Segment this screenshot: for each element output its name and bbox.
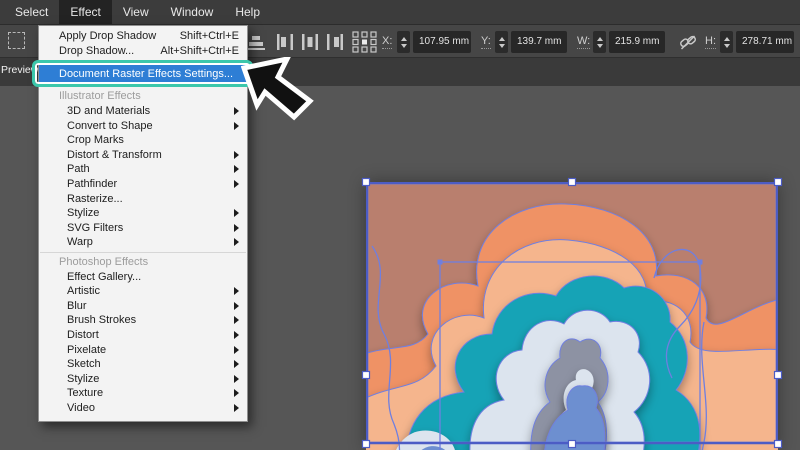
distribute-center-icon[interactable] bbox=[301, 32, 319, 52]
menu-item-rasterize[interactable]: Rasterize... bbox=[39, 191, 247, 206]
menu-item-pixelate[interactable]: Pixelate bbox=[39, 342, 247, 357]
menubar-item-window[interactable]: Window bbox=[160, 0, 225, 24]
submenu-arrow-icon bbox=[234, 345, 239, 354]
x-field-label: X: bbox=[382, 35, 393, 49]
selection-handle[interactable] bbox=[361, 177, 371, 187]
w-stepper[interactable] bbox=[593, 31, 606, 53]
submenu-arrow-icon bbox=[234, 180, 239, 189]
effect-menu: Apply Drop Shadow Shift+Ctrl+E Drop Shadow… bbox=[32, 25, 253, 423]
callout-arrow-cursor bbox=[241, 57, 314, 121]
menu-shortcut: Alt+Shift+Ctrl+E bbox=[160, 44, 239, 57]
menu-item-effect-gallery[interactable]: Effect Gallery... bbox=[39, 269, 247, 284]
selection-handle[interactable] bbox=[361, 370, 371, 380]
papercut-artwork bbox=[361, 177, 783, 450]
menu-item-brush-strokes[interactable]: Brush Strokes bbox=[39, 313, 247, 328]
y-input[interactable]: 139.7 mm bbox=[511, 31, 567, 53]
menubar-item-help[interactable]: Help bbox=[224, 0, 271, 24]
menu-item-stylize[interactable]: Stylize bbox=[39, 206, 247, 221]
menu-section-header: Illustrator Effects bbox=[59, 90, 141, 103]
submenu-arrow-icon bbox=[234, 403, 239, 412]
w-field-label: W: bbox=[577, 35, 591, 49]
submenu-arrow-icon bbox=[234, 238, 239, 247]
artboard[interactable] bbox=[361, 177, 783, 450]
submenu-arrow-icon bbox=[234, 150, 239, 159]
constrain-proportions-off-icon[interactable] bbox=[678, 32, 698, 52]
menu-item-texture[interactable]: Texture bbox=[39, 386, 247, 401]
menu-item-distort[interactable]: Distort bbox=[39, 328, 247, 343]
menubar-item-view[interactable]: View bbox=[112, 0, 160, 24]
menu-item-artistic[interactable]: Artistic bbox=[39, 284, 247, 299]
y-stepper[interactable] bbox=[495, 31, 508, 53]
submenu-arrow-icon bbox=[234, 360, 239, 369]
menu-item-pathfinder[interactable]: Pathfinder bbox=[39, 177, 247, 192]
menu-item-path[interactable]: Path bbox=[39, 162, 247, 177]
menu-item-document-raster-effects-settings[interactable]: Document Raster Effects Settings... bbox=[32, 60, 253, 88]
submenu-arrow-icon bbox=[234, 121, 239, 130]
submenu-arrow-icon bbox=[234, 301, 239, 310]
menu-item-blur[interactable]: Blur bbox=[39, 299, 247, 314]
submenu-arrow-icon bbox=[234, 223, 239, 232]
submenu-arrow-icon bbox=[234, 107, 239, 116]
menu-separator bbox=[40, 60, 246, 62]
menu-item-3d-and-materials[interactable]: 3D and Materials bbox=[39, 104, 247, 119]
selection-handle[interactable] bbox=[567, 439, 577, 449]
selection-handle[interactable] bbox=[773, 439, 783, 449]
menu-shortcut: Shift+Ctrl+E bbox=[179, 30, 239, 43]
menu-item-drop-shadow[interactable]: Drop Shadow... Alt+Shift+Ctrl+E bbox=[39, 44, 247, 59]
reference-point-grid-icon[interactable] bbox=[352, 31, 378, 53]
h-stepper[interactable] bbox=[720, 31, 733, 53]
menu-separator bbox=[40, 251, 246, 253]
menubar-item-effect[interactable]: Effect bbox=[59, 0, 112, 24]
submenu-arrow-icon bbox=[234, 374, 239, 383]
submenu-arrow-icon bbox=[234, 209, 239, 218]
selection-handle[interactable] bbox=[773, 177, 783, 187]
menubar-item-select[interactable]: Select bbox=[4, 0, 59, 24]
anchor-point[interactable] bbox=[437, 259, 443, 265]
menu-item-convert-to-shape[interactable]: Convert to Shape bbox=[39, 118, 247, 133]
menu-item-video[interactable]: Video bbox=[39, 401, 247, 416]
menu-item-apply-drop-shadow[interactable]: Apply Drop Shadow Shift+Ctrl+E bbox=[39, 29, 247, 44]
menu-item-stylize[interactable]: Stylize bbox=[39, 371, 247, 386]
submenu-arrow-icon bbox=[234, 389, 239, 398]
vertical-align-bottom-icon[interactable] bbox=[246, 33, 266, 51]
submenu-arrow-icon bbox=[234, 316, 239, 325]
selection-handle[interactable] bbox=[773, 370, 783, 380]
w-input[interactable]: 215.9 mm bbox=[609, 31, 665, 53]
menu-section-header: Photoshop Effects bbox=[59, 256, 149, 269]
menu-item-distort-transform[interactable]: Distort & Transform bbox=[39, 148, 247, 163]
x-stepper[interactable] bbox=[397, 31, 410, 53]
h-input[interactable]: 278.71 mm bbox=[736, 31, 794, 53]
h-field-label: H: bbox=[705, 35, 716, 49]
distribute-right-icon[interactable] bbox=[326, 32, 344, 52]
selection-handle[interactable] bbox=[361, 439, 371, 449]
x-input[interactable]: 107.95 mm bbox=[413, 31, 471, 53]
menu-bar: Select Effect View Window Help bbox=[0, 0, 800, 25]
dashed-bounding-box-icon[interactable] bbox=[8, 32, 25, 49]
anchor-point[interactable] bbox=[697, 259, 703, 265]
y-field-label: Y: bbox=[481, 35, 491, 49]
menu-item-sketch[interactable]: Sketch bbox=[39, 357, 247, 372]
selection-handle[interactable] bbox=[567, 177, 577, 187]
distribute-left-icon[interactable] bbox=[276, 32, 294, 52]
submenu-arrow-icon bbox=[234, 287, 239, 296]
preview-panel-label: Preview bbox=[1, 64, 39, 76]
menu-item-crop-marks[interactable]: Crop Marks bbox=[39, 133, 247, 148]
menu-item-svg-filters[interactable]: SVG Filters bbox=[39, 221, 247, 236]
menu-item-warp[interactable]: Warp bbox=[39, 235, 247, 250]
submenu-arrow-icon bbox=[234, 165, 239, 174]
submenu-arrow-icon bbox=[234, 330, 239, 339]
menu-separator bbox=[40, 86, 246, 88]
